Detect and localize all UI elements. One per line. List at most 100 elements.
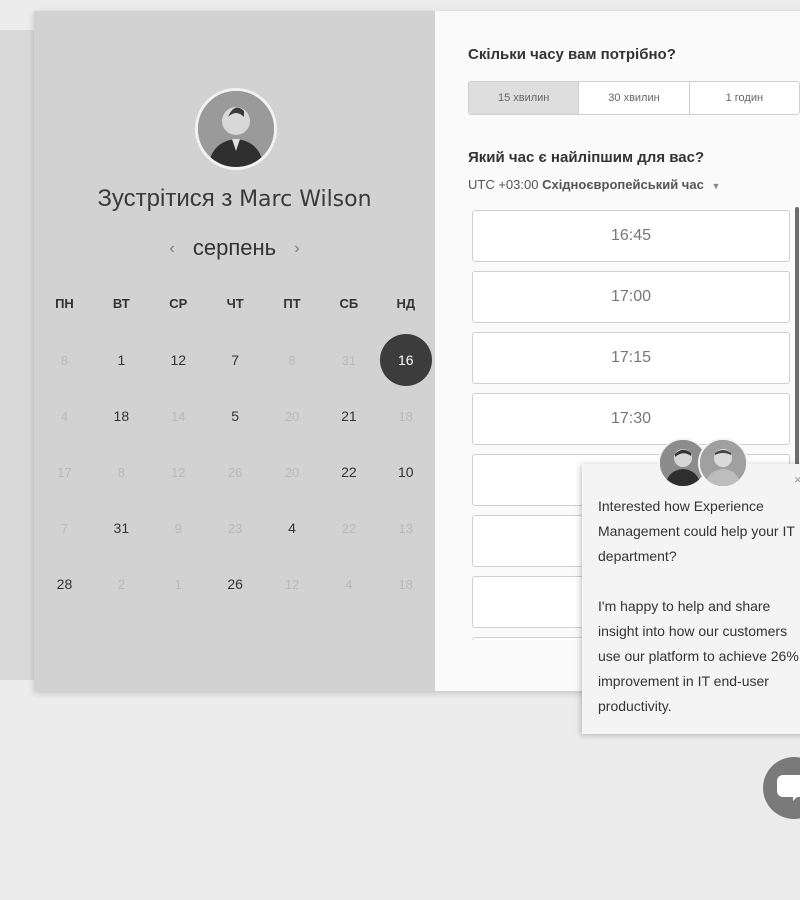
weekday-label: ПТ — [283, 296, 301, 311]
calendar-day: 31 — [320, 332, 377, 388]
calendar-day: 1 — [150, 556, 207, 612]
calendar-day-label: 14 — [170, 408, 186, 424]
chat-popup: × Interested how Experience Management c… — [582, 464, 800, 734]
calendar-day-label: 20 — [284, 408, 300, 424]
next-month-icon[interactable]: › — [282, 240, 311, 257]
weekday-label: НД — [396, 296, 416, 311]
duration-option-button[interactable]: 15 хвилин — [469, 82, 580, 114]
meeting-title-prefix: Зустрітися з — [97, 185, 233, 212]
host-calendar-panel: Зустрітися з Marc Wilson ‹ серпень › ПН В… — [34, 11, 435, 691]
calendar-day: 12 — [264, 556, 321, 612]
time-slot-button[interactable]: 17:15 — [472, 332, 790, 384]
calendar-day[interactable]: 31 — [93, 500, 150, 556]
chat-message: Interested how Experience Management cou… — [598, 498, 799, 714]
calendar-day: 14 — [150, 388, 207, 444]
calendar-day: 20 — [264, 388, 321, 444]
calendar-day-label: 10 — [398, 464, 414, 480]
calendar-day-label: 28 — [56, 576, 73, 592]
calendar-day-label: 8 — [288, 352, 296, 368]
calendar-day: 17 — [36, 444, 93, 500]
timezone-offset: UTC +03:00 — [468, 177, 539, 192]
calendar-day-label: 12 — [170, 352, 187, 368]
calendar-day[interactable]: 5 — [207, 388, 264, 444]
calendar-day-label: 16 — [379, 334, 432, 386]
calendar-day-label: 4 — [288, 520, 296, 536]
calendar-day-label: 18 — [398, 408, 414, 424]
calendar-day: 18 — [377, 388, 434, 444]
calendar-day[interactable]: 26 — [207, 556, 264, 612]
duration-option-button[interactable]: 1 годин — [690, 82, 799, 114]
calendar-day[interactable]: 18 — [93, 388, 150, 444]
calendar-day-label: 12 — [284, 576, 300, 592]
calendar-day-label: 23 — [227, 520, 243, 536]
calendar-day-label: 8 — [60, 352, 69, 368]
calendar-day[interactable]: 12 — [150, 332, 207, 388]
calendar-day-label: 7 — [231, 352, 240, 368]
close-icon[interactable]: × — [794, 472, 800, 487]
timezone-selector[interactable]: UTC +03:00 Східноєвропейський час ▼ — [468, 177, 720, 192]
calendar-day[interactable]: 7 — [207, 332, 264, 388]
calendar-day-label: 4 — [60, 408, 69, 424]
calendar-day: 7 — [36, 500, 93, 556]
time-heading: Який час є найліпшим для вас? — [468, 149, 705, 166]
calendar-day: 18 — [377, 556, 434, 612]
calendar-day-label: 1 — [174, 576, 182, 592]
month-navigation: ‹ серпень › — [34, 235, 435, 261]
calendar-day-label: 7 — [60, 520, 69, 536]
calendar-day[interactable]: 22 — [320, 444, 377, 500]
calendar-day[interactable]: 4 — [264, 500, 321, 556]
calendar-day: 20 — [264, 444, 321, 500]
calendar-day-label: 13 — [398, 520, 414, 536]
calendar-day-label: 8 — [117, 464, 125, 480]
calendar-day-label: 26 — [227, 464, 243, 480]
agent-avatar-icon — [698, 438, 748, 488]
calendar-day: 4 — [320, 556, 377, 612]
weekday-label: ЧТ — [226, 296, 244, 311]
host-name: Marc Wilson — [239, 187, 372, 212]
calendar-day[interactable]: 1 — [93, 332, 150, 388]
weekday-label: СБ — [339, 296, 359, 311]
calendar-day[interactable]: 28 — [36, 556, 93, 612]
calendar-day-label: 2 — [117, 576, 125, 592]
calendar-day: 22 — [320, 500, 377, 556]
calendar-day-label: 18 — [398, 576, 414, 592]
calendar-day-label: 21 — [341, 408, 357, 424]
timezone-name: Східноєвропейський час — [542, 177, 704, 192]
calendar-day-selected[interactable]: 16 — [377, 332, 434, 388]
weekday-label: ВТ — [112, 296, 130, 311]
calendar-day: 9 — [150, 500, 207, 556]
calendar-day: 12 — [150, 444, 207, 500]
time-slot-button[interactable]: 17:00 — [472, 271, 790, 323]
time-slot-button[interactable]: 16:45 — [472, 210, 790, 262]
calendar-day[interactable]: 10 — [377, 444, 434, 500]
host-avatar — [195, 88, 277, 170]
calendar-day-label: 31 — [341, 352, 357, 368]
meeting-title: Зустрітися з Marc Wilson — [34, 185, 435, 213]
calendar-day: 13 — [377, 500, 434, 556]
calendar-day-label: 12 — [170, 464, 186, 480]
chat-launcher-button[interactable] — [763, 757, 800, 819]
calendar-day-label: 31 — [113, 520, 130, 536]
calendar-day-label: 17 — [57, 464, 72, 480]
calendar-day: 2 — [93, 556, 150, 612]
calendar-day-label: 20 — [284, 464, 300, 480]
calendar-day-label: 1 — [117, 352, 126, 368]
calendar-day: 8 — [264, 332, 321, 388]
calendar-day-label: 5 — [231, 408, 240, 424]
time-slot-button[interactable]: 17:30 — [472, 393, 790, 445]
weekday-label: СР — [169, 296, 188, 311]
calendar-day-label: 4 — [345, 576, 353, 592]
caret-down-icon: ▼ — [711, 181, 721, 191]
calendar-day-label: 9 — [174, 520, 182, 536]
duration-heading: Скільки часу вам потрібно? — [468, 46, 676, 63]
prev-month-icon[interactable]: ‹ — [157, 240, 186, 257]
duration-selector: 15 хвилин 30 хвилин 1 годин — [468, 81, 800, 115]
calendar-day: 4 — [36, 388, 93, 444]
calendar-day: 8 — [93, 444, 150, 500]
duration-option-button[interactable]: 30 хвилин — [579, 82, 690, 114]
calendar-day: 23 — [207, 500, 264, 556]
calendar-day-label: 18 — [113, 408, 130, 424]
calendar-day[interactable]: 21 — [320, 388, 377, 444]
calendar-day-label: 26 — [227, 576, 243, 592]
background-panel — [0, 30, 34, 680]
